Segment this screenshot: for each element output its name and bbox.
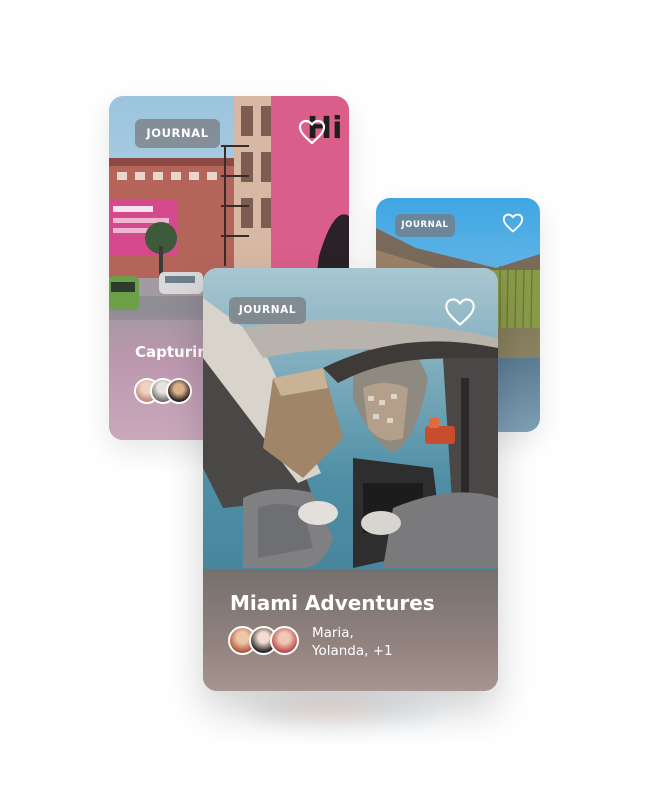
participants-line-2: Yolanda, +1 xyxy=(312,643,393,659)
participants-text: Maria, Yolanda, +1 xyxy=(312,624,393,660)
journal-badge: JOURNAL xyxy=(135,119,220,148)
journal-badge: JOURNAL xyxy=(229,297,306,324)
avatar xyxy=(166,378,192,404)
heart-outline-icon[interactable] xyxy=(444,297,476,327)
avatar xyxy=(270,626,299,655)
participants-line-1: Maria, xyxy=(312,625,354,641)
card-shadow-glow xyxy=(248,690,448,730)
card-title: Miami Adventures xyxy=(230,591,435,615)
journal-card-miami[interactable]: JOURNAL Miami Adventures Maria, Yolanda,… xyxy=(203,268,498,691)
card-footer: Miami Adventures Maria, Yolanda, +1 xyxy=(203,569,498,691)
journal-badge: JOURNAL xyxy=(395,214,455,237)
heart-outline-icon[interactable] xyxy=(502,213,524,233)
heart-outline-icon[interactable] xyxy=(298,119,326,145)
